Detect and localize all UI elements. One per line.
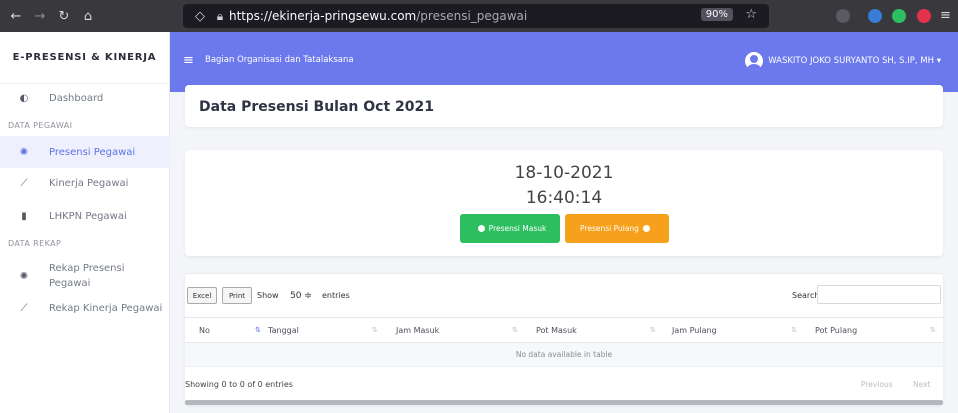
home-icon[interactable]: ⌂ bbox=[78, 6, 98, 26]
forward-icon[interactable]: → bbox=[30, 6, 50, 26]
arrow-circle-icon bbox=[477, 225, 485, 232]
unit-name: Bagian Organisasi dan Tatalaksana bbox=[205, 55, 354, 65]
next-button[interactable]: Next bbox=[913, 380, 930, 389]
clock-card: 18-10-2021 16:40:14 Presensi Masuk Prese… bbox=[185, 150, 943, 256]
label-line-2: Pegawai bbox=[49, 278, 91, 289]
avatar-icon bbox=[745, 52, 764, 70]
sidebar-item-rekap-presensi[interactable]: ✺ Rekap Presensi Pegawai bbox=[0, 258, 170, 294]
sidebar-item-label: Kinerja Pegawai bbox=[49, 177, 129, 189]
url-bar[interactable]: ◇ 🔒︎ https://ekinerja-pringsewu.com/pres… bbox=[183, 4, 769, 28]
sidebar-item-lhkpn-pegawai[interactable]: ▮ LHKPN Pegawai bbox=[0, 204, 170, 228]
table-header: No ⇅ Tanggal ⇅ Jam Masuk ⇅ Pot Masuk ⇅ J… bbox=[185, 317, 943, 343]
chart-icon: ⟋ bbox=[20, 302, 28, 314]
chart-icon: ⟋ bbox=[20, 177, 28, 189]
label-line-1: Rekap Presensi bbox=[49, 263, 125, 274]
column-pot-masuk[interactable]: Pot Masuk bbox=[536, 326, 577, 335]
sort-icon: ⇅ bbox=[255, 326, 261, 334]
print-button[interactable]: Print bbox=[222, 287, 252, 304]
sort-icon: ⇅ bbox=[372, 326, 378, 334]
column-jam-masuk[interactable]: Jam Masuk bbox=[396, 326, 439, 335]
url-path: /presensi_pegawai bbox=[416, 9, 528, 23]
extension-red-icon[interactable] bbox=[917, 9, 931, 23]
sort-icon: ⇅ bbox=[791, 326, 797, 334]
document-icon: ▮ bbox=[21, 210, 27, 222]
previous-button[interactable]: Previous bbox=[861, 380, 893, 389]
title-card: Data Presensi Bulan Oct 2021 bbox=[185, 85, 943, 127]
arrow-circle-icon bbox=[642, 225, 650, 232]
shield-icon[interactable]: ◇ bbox=[189, 9, 211, 24]
button-label: Presensi Masuk bbox=[488, 224, 547, 233]
top-header: ≡ Bagian Organisasi dan Tatalaksana WASK… bbox=[170, 32, 958, 92]
lock-icon[interactable]: 🔒︎ bbox=[211, 9, 229, 24]
sidebar: E-PRESENSI & KINERJA ◐ Dashboard DATA PE… bbox=[0, 32, 170, 413]
user-name: WASKITO JOKO SURYANTO SH, S.IP, MH ▾ bbox=[768, 56, 941, 66]
user-menu[interactable]: WASKITO JOKO SURYANTO SH, S.IP, MH ▾ bbox=[745, 52, 941, 70]
back-icon[interactable]: ← bbox=[6, 6, 26, 26]
sidebar-item-dashboard[interactable]: ◐ Dashboard bbox=[0, 86, 170, 110]
table-info: Showing 0 to 0 of 0 entries bbox=[185, 380, 293, 389]
horizontal-scrollbar[interactable] bbox=[185, 400, 943, 405]
search-input[interactable] bbox=[817, 285, 941, 304]
menu-icon[interactable]: ≡ bbox=[940, 8, 951, 23]
presensi-pulang-button[interactable]: Presensi Pulang bbox=[565, 214, 669, 243]
table-empty-row: No data available in table bbox=[185, 343, 943, 367]
section-heading-pegawai: DATA PEGAWAI bbox=[8, 121, 73, 130]
bookmark-star-icon[interactable]: ☆ bbox=[745, 7, 757, 22]
sidebar-item-kinerja-pegawai[interactable]: ⟋ Kinerja Pegawai bbox=[0, 171, 170, 195]
divider bbox=[185, 273, 943, 274]
excel-button[interactable]: Excel bbox=[187, 287, 217, 304]
sidebar-item-label: Dashboard bbox=[49, 92, 104, 104]
presensi-masuk-button[interactable]: Presensi Masuk bbox=[460, 214, 560, 243]
sort-icon: ⇅ bbox=[930, 326, 936, 334]
brand-title: E-PRESENSI & KINERJA bbox=[0, 32, 169, 84]
reload-icon[interactable]: ↻ bbox=[54, 6, 74, 26]
sort-icon: ⇅ bbox=[650, 326, 656, 334]
column-tanggal[interactable]: Tanggal bbox=[268, 326, 299, 335]
sidebar-item-label: Rekap Presensi Pegawai bbox=[49, 261, 125, 291]
button-label: Presensi Pulang bbox=[580, 224, 639, 233]
sort-icon: ⇅ bbox=[512, 326, 518, 334]
dashboard-icon: ◐ bbox=[19, 92, 29, 104]
section-heading-rekap: DATA REKAP bbox=[8, 239, 62, 248]
hamburger-menu-icon[interactable]: ≡ bbox=[183, 53, 194, 68]
column-no[interactable]: No bbox=[199, 326, 210, 335]
extension-blue-icon[interactable] bbox=[868, 9, 882, 23]
entries-label: entries bbox=[322, 291, 350, 300]
url-host: https://ekinerja-pringsewu.com bbox=[229, 9, 417, 23]
sidebar-item-presensi-pegawai[interactable]: ✺ Presensi Pegawai bbox=[0, 136, 170, 168]
fingerprint-icon: ✺ bbox=[19, 146, 29, 158]
extension-green-icon[interactable] bbox=[892, 9, 906, 23]
pocket-icon[interactable] bbox=[836, 9, 850, 23]
column-pot-pulang[interactable]: Pot Pulang bbox=[815, 326, 857, 335]
current-date: 18-10-2021 bbox=[514, 163, 614, 183]
page-size-select[interactable]: 50 ≑ bbox=[284, 285, 318, 306]
sidebar-item-label: Presensi Pegawai bbox=[49, 146, 136, 158]
table-card: Excel Print Show 50 ≑ entries Search: No… bbox=[185, 273, 943, 405]
zoom-badge[interactable]: 90% bbox=[700, 8, 733, 21]
fingerprint-icon: ✺ bbox=[19, 270, 29, 282]
column-jam-pulang[interactable]: Jam Pulang bbox=[672, 326, 717, 335]
page-title: Data Presensi Bulan Oct 2021 bbox=[199, 99, 434, 115]
browser-toolbar: ← → ↻ ⌂ ◇ 🔒︎ https://ekinerja-pringsewu.… bbox=[0, 0, 958, 32]
current-time: 16:40:14 bbox=[525, 188, 603, 208]
sidebar-item-label: LHKPN Pegawai bbox=[49, 210, 127, 222]
sidebar-item-label: Rekap Kinerja Pegawai bbox=[49, 302, 163, 314]
show-label: Show bbox=[257, 291, 279, 300]
sidebar-item-rekap-kinerja[interactable]: ⟋ Rekap Kinerja Pegawai bbox=[0, 296, 170, 320]
